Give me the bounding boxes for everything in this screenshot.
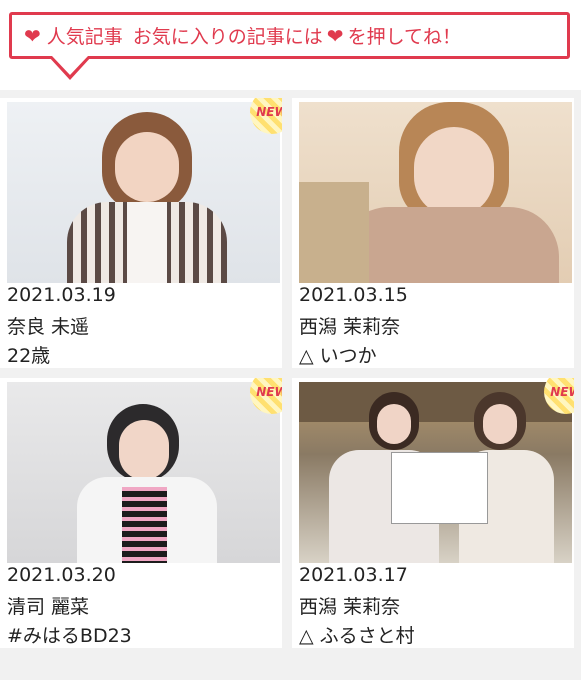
heart-icon: ❤ <box>24 23 41 48</box>
popular-articles-banner: ❤ 人気記事 お気に入りの記事には ❤ を押してね！ <box>9 12 570 59</box>
article-date: 2021.03.17 <box>299 564 408 586</box>
article-thumbnail[interactable] <box>299 102 572 283</box>
banner-message: お気に入りの記事には <box>132 26 323 48</box>
article-thumbnail[interactable] <box>299 382 572 563</box>
article-date: 2021.03.20 <box>7 564 116 586</box>
article-member-name[interactable]: 西潟 茉莉奈 <box>299 592 400 619</box>
article-title[interactable]: △ ふるさと村 <box>299 621 415 648</box>
banner-pointer-fill <box>52 56 88 75</box>
article-date: 2021.03.15 <box>299 284 408 306</box>
article-date: 2021.03.19 <box>7 284 116 306</box>
article-title[interactable]: △ いつか <box>299 341 377 368</box>
article-card[interactable]: 2021.03.15 西潟 茉莉奈 △ いつか <box>292 98 574 368</box>
heart-icon: ❤ <box>326 23 344 48</box>
article-member-name[interactable]: 清司 麗菜 <box>7 592 89 619</box>
article-member-name[interactable]: 奈良 未遥 <box>7 312 89 339</box>
article-member-name[interactable]: 西潟 茉莉奈 <box>299 312 400 339</box>
banner-title: 人気記事 <box>46 26 123 48</box>
article-card[interactable]: NEW 2021.03.19 奈良 未遥 22歳 <box>0 98 282 368</box>
article-thumbnail[interactable] <box>7 382 280 563</box>
banner-message-end: を押してね！ <box>347 26 461 48</box>
article-card[interactable]: NEW 2021.03.17 西潟 茉莉奈 △ ふるさと村 <box>292 378 574 648</box>
article-title[interactable]: #みはるBD23 <box>7 621 132 648</box>
article-title[interactable]: 22歳 <box>7 341 50 368</box>
article-card[interactable]: NEW 2021.03.20 清司 麗菜 #みはるBD23 <box>0 378 282 648</box>
article-thumbnail[interactable] <box>7 102 280 283</box>
